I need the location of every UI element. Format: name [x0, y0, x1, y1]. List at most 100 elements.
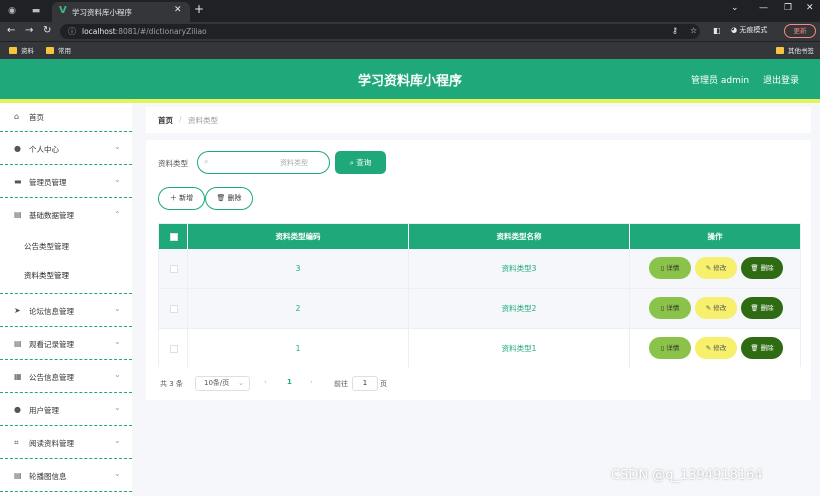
tab-list-icon[interactable]: ▬ — [30, 5, 42, 17]
other-bookmarks[interactable]: 其他书签 — [776, 45, 814, 55]
detail-button[interactable]: ▯ 详情 — [649, 297, 691, 319]
detail-button[interactable]: ▯ 详情 — [649, 257, 691, 279]
detail-label: 详情 — [666, 264, 680, 272]
sidebar-item-notice[interactable]: ▦ 公告信息管理 ⌄ — [0, 360, 132, 393]
row-checkbox[interactable] — [170, 345, 178, 353]
search-placeholder: 资料类型 — [280, 159, 308, 167]
new-tab-icon[interactable]: + — [194, 2, 204, 16]
sidebar-item-label: 论坛信息管理 — [29, 307, 74, 316]
chevron-down-icon: ⌄ — [114, 370, 121, 379]
sidebar-item-label: 基础数据管理 — [29, 211, 74, 220]
edit-button[interactable]: ✎ 修改 — [695, 257, 737, 279]
sidebar-item-carousel[interactable]: ▤ 轮播图信息 ⌄ — [0, 459, 132, 492]
sidebar-item-home[interactable]: ⌂ 首页 — [0, 103, 132, 132]
sidebar-item-forum[interactable]: ➤ 论坛信息管理 ⌄ — [0, 294, 132, 327]
breadcrumb-home[interactable]: 首页 — [158, 115, 173, 126]
forward-icon[interactable]: → — [25, 25, 33, 36]
pagination: 共 3 条 10条/页 ⌄ ‹ 1 › 前往 1 页 — [160, 376, 800, 392]
row-checkbox-cell — [159, 289, 188, 328]
sidebar-item-label: 用户管理 — [29, 406, 59, 415]
row-checkbox[interactable] — [170, 305, 178, 313]
select-all-checkbox[interactable] — [170, 233, 178, 241]
edit-button[interactable]: ✎ 修改 — [695, 337, 737, 359]
watermark: CSDN @q_1394918164 — [611, 468, 763, 483]
trash-icon: 🗑 — [750, 344, 759, 352]
sidebar-subitem-notice-type[interactable]: 公告类型管理 — [24, 241, 69, 252]
url-field[interactable]: ⓘ localhost:8081/#/dictionaryZiliao — [60, 24, 700, 39]
back-icon[interactable]: ← — [7, 25, 15, 36]
column-header-code[interactable]: 资料类型编码 — [188, 224, 409, 249]
breadcrumb-separator: / — [179, 115, 182, 124]
close-window-icon[interactable]: ✕ — [806, 3, 814, 13]
row-delete-button[interactable]: 🗑 删除 — [741, 337, 783, 359]
folder-icon — [46, 47, 54, 54]
next-page-icon[interactable]: › — [310, 378, 313, 386]
crop-icon: ⌗ — [14, 438, 19, 447]
sidebar-item-users[interactable]: ● 用户管理 ⌄ — [0, 393, 132, 426]
monitor-icon: ▬ — [14, 177, 22, 186]
goto-page-input[interactable]: 1 — [352, 376, 378, 391]
browser-tab[interactable]: V 学习资料库小程序 ✕ — [52, 2, 190, 22]
column-header-name[interactable]: 资料类型名称 — [409, 224, 630, 249]
browser-menu-icon[interactable]: ◉ — [6, 5, 18, 17]
reload-icon[interactable]: ↻ — [43, 25, 51, 36]
sidebar-item-watch-history[interactable]: ▤ 观看记录管理 ⌄ — [0, 327, 132, 360]
bookmark-star-icon[interactable]: ☆ — [690, 26, 697, 35]
sidebar-item-personal[interactable]: ● 个人中心 ⌄ — [0, 132, 132, 165]
search-input[interactable]: ⌕ 资料类型 — [197, 151, 330, 174]
row-delete-button[interactable]: 🗑 删除 — [741, 257, 783, 279]
logout-link[interactable]: 退出登录 — [763, 73, 799, 86]
home-icon: ⌂ — [14, 112, 20, 121]
sidebar-panel-icon[interactable]: ◧ — [713, 26, 721, 35]
row-delete-button[interactable]: 🗑 删除 — [741, 297, 783, 319]
chevron-down-icon: ⌄ — [114, 142, 121, 151]
table-row: 2 资料类型2 ▯ 详情 ✎ 修改 🗑 删除 — [159, 289, 800, 329]
row-checkbox-cell — [159, 329, 188, 368]
query-button[interactable]: ⌕ 查询 — [335, 151, 386, 174]
grid-icon: ▦ — [14, 372, 22, 381]
incognito-indicator[interactable]: ◕ 无痕模式 — [731, 25, 767, 35]
browser-tab-bar: ◉ ▬ V 学习资料库小程序 ✕ + ⌄ — ❐ ✕ — [0, 0, 820, 22]
page-size-select[interactable]: 10条/页 ⌄ — [195, 376, 250, 391]
chevron-down-icon: ⌄ — [114, 403, 121, 412]
restore-icon[interactable]: ❐ — [784, 3, 792, 13]
app-header: 学习资料库小程序 管理员 admin 退出登录 — [0, 59, 820, 99]
url-text: localhost:8081/#/dictionaryZiliao — [82, 27, 207, 36]
edit-button[interactable]: ✎ 修改 — [695, 297, 737, 319]
site-info-icon[interactable]: ⓘ — [68, 26, 76, 37]
sidebar-item-label: 个人中心 — [29, 145, 59, 154]
document-icon: ▯ — [660, 264, 665, 272]
detail-button[interactable]: ▯ 详情 — [649, 337, 691, 359]
chevron-down-icon: ⌄ — [114, 304, 121, 313]
edit-label: 修改 — [713, 344, 727, 352]
sidebar-item-basic-data[interactable]: ▤ 基础数据管理 ⌃ 公告类型管理 资料类型管理 — [0, 198, 132, 294]
query-button-label: 查询 — [356, 158, 372, 167]
detail-label: 详情 — [666, 344, 680, 352]
clipboard-icon: ▤ — [14, 210, 22, 219]
search-icon: ⌕ — [204, 157, 209, 166]
page-size-value: 10条/页 — [204, 379, 230, 387]
sidebar-subitem-material-type[interactable]: 资料类型管理 — [24, 270, 69, 281]
tab-search-icon[interactable]: ⌄ — [731, 3, 739, 13]
column-header-actions: 操作 — [707, 232, 723, 241]
key-icon[interactable]: ⚷ — [672, 26, 678, 35]
sidebar-item-admin[interactable]: ▬ 管理员管理 ⌄ — [0, 165, 132, 198]
page-number[interactable]: 1 — [287, 378, 292, 386]
prev-page-icon[interactable]: ‹ — [264, 378, 267, 386]
bookmark-folder-ziliao[interactable]: 资料 — [9, 45, 34, 55]
tab-close-icon[interactable]: ✕ — [174, 5, 182, 15]
edit-label: 修改 — [713, 304, 727, 312]
update-button[interactable]: 更新 — [784, 24, 816, 38]
content-panel: 资料类型 ⌕ 资料类型 ⌕ 查询 ＋ 新增 🗑 删除 资料类型编码 资料类型名称… — [146, 140, 811, 400]
pencil-icon: ✎ — [705, 344, 712, 352]
trash-icon: 🗑 — [750, 304, 759, 312]
row-checkbox[interactable] — [170, 265, 178, 273]
sidebar-item-reading[interactable]: ⌗ 阅读资料管理 ⌄ — [0, 426, 132, 459]
search-icon: ⌕ — [349, 158, 354, 167]
minimize-icon[interactable]: — — [759, 3, 768, 13]
add-button[interactable]: ＋ 新增 — [158, 187, 205, 210]
delete-button[interactable]: 🗑 删除 — [205, 187, 253, 210]
bookmarks-bar: 资料 常用 其他书签 — [0, 41, 820, 59]
sidebar-item-label: 阅读资料管理 — [29, 439, 74, 448]
bookmark-folder-changyong[interactable]: 常用 — [46, 45, 71, 55]
